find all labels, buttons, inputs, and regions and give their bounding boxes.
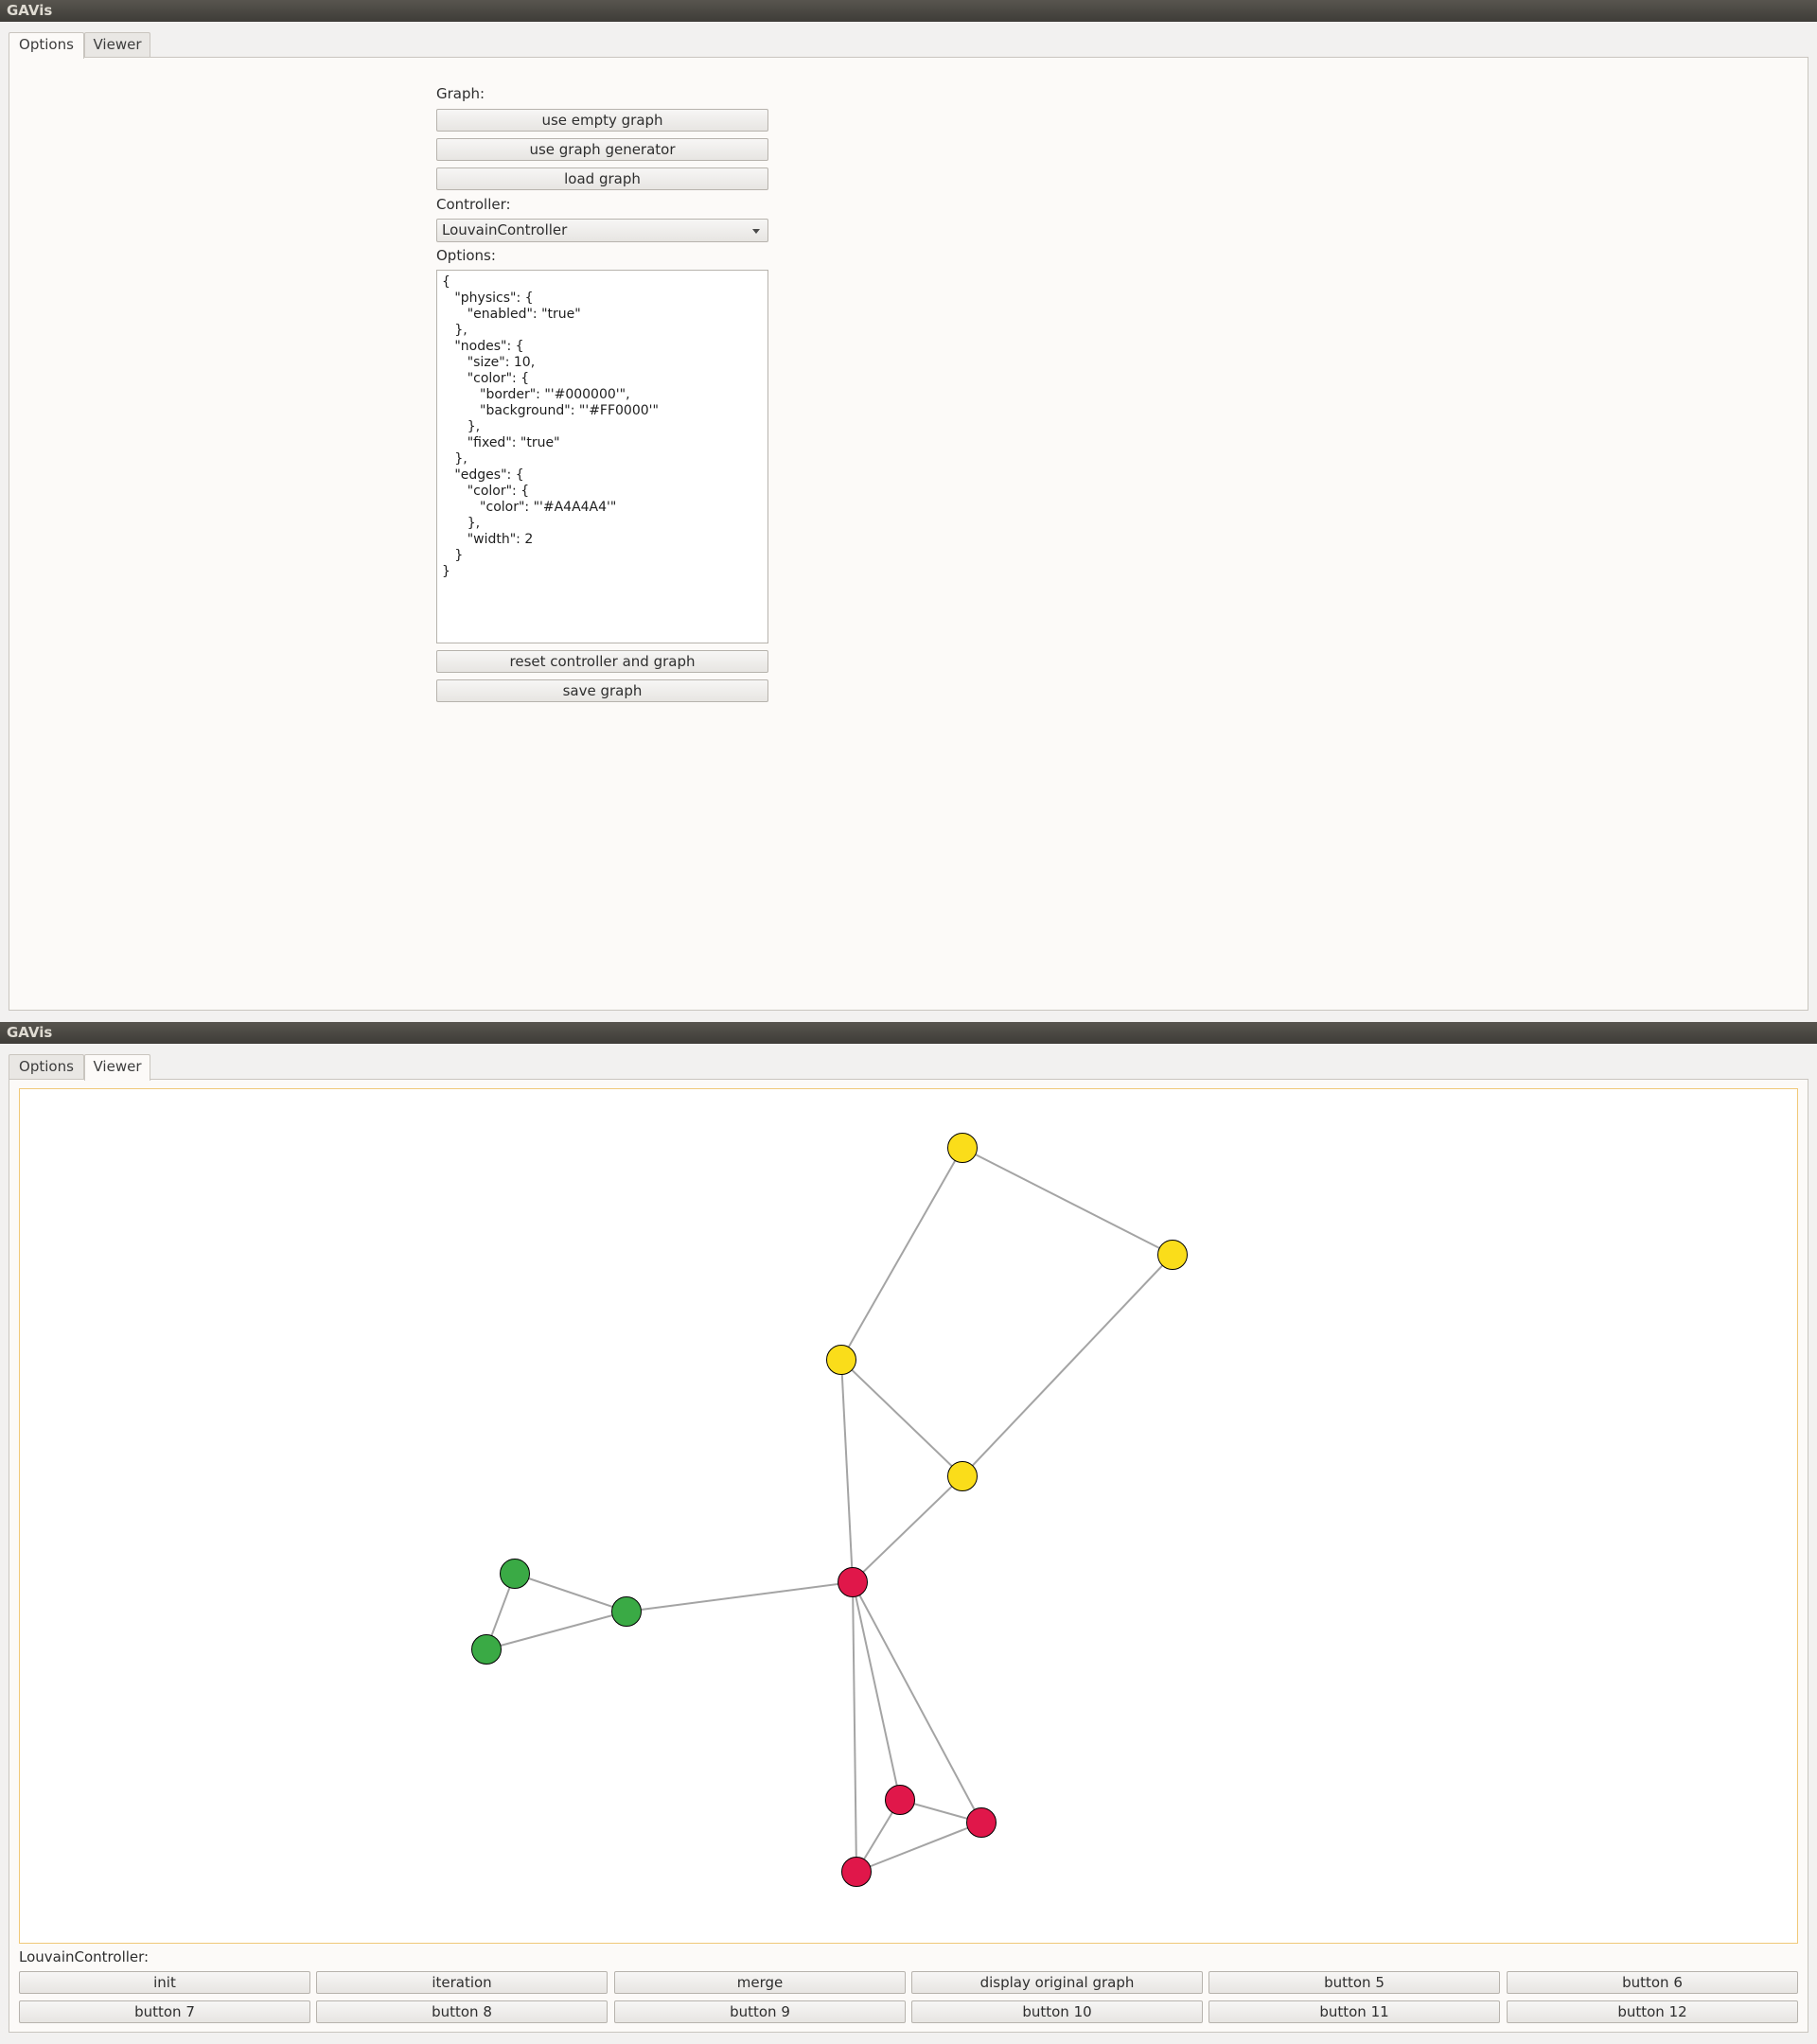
options-panel	[9, 57, 1808, 1011]
use-empty-graph-button[interactable]: use empty graph	[436, 109, 768, 132]
graph-edge	[961, 1254, 1173, 1477]
graph-edge	[961, 1147, 1173, 1256]
graph-node[interactable]	[885, 1785, 915, 1815]
graph-edge	[840, 1147, 963, 1361]
save-graph-button[interactable]: save graph	[436, 679, 768, 702]
button-10[interactable]: button 10	[911, 2000, 1203, 2023]
reset-controller-and-graph-button[interactable]: reset controller and graph	[436, 650, 768, 673]
load-graph-button[interactable]: load graph	[436, 167, 768, 190]
graph-node[interactable]	[947, 1133, 978, 1163]
tab-options[interactable]: Options	[9, 32, 84, 59]
graph-edge	[840, 1359, 854, 1583]
graph-node[interactable]	[966, 1807, 997, 1838]
window-titlebar: GAVis	[0, 0, 1817, 22]
graph-node[interactable]	[826, 1345, 856, 1375]
tab-viewer[interactable]: Viewer	[84, 1054, 150, 1081]
controller-select-value: LouvainController	[442, 221, 568, 238]
graph-edge	[485, 1611, 627, 1650]
graph-node[interactable]	[841, 1857, 872, 1887]
options-json-editor[interactable]: { "physics": { "enabled": "true" }, "nod…	[436, 270, 768, 643]
button-11[interactable]: button 11	[1208, 2000, 1500, 2023]
graph-label: Graph:	[436, 85, 485, 102]
init-button[interactable]: init	[19, 1971, 310, 1994]
window-titlebar: GAVis	[0, 1022, 1817, 1044]
button-5[interactable]: button 5	[1208, 1971, 1500, 1994]
graph-edge	[856, 1822, 982, 1873]
graph-node[interactable]	[471, 1634, 502, 1665]
use-graph-generator-button[interactable]: use graph generator	[436, 138, 768, 161]
window-title: GAVis	[7, 1024, 53, 1041]
window-title: GAVis	[7, 2, 53, 19]
tab-viewer[interactable]: Viewer	[84, 32, 150, 58]
graph-edge	[852, 1581, 901, 1801]
button-7[interactable]: button 7	[19, 2000, 310, 2023]
iteration-button[interactable]: iteration	[316, 1971, 608, 1994]
graph-edge	[626, 1581, 854, 1612]
button-12[interactable]: button 12	[1507, 2000, 1798, 2023]
display-original-graph-button[interactable]: display original graph	[911, 1971, 1203, 1994]
graph-node[interactable]	[611, 1596, 642, 1627]
graph-edge	[852, 1581, 857, 1873]
louvain-controller-label: LouvainController:	[19, 1948, 150, 1965]
graph-edge	[514, 1573, 627, 1612]
options-window: GAVis Options Viewer Graph: use empty gr…	[0, 0, 1817, 1022]
tab-options[interactable]: Options	[9, 1054, 84, 1080]
button-8[interactable]: button 8	[316, 2000, 608, 2023]
options-label: Options:	[436, 247, 496, 264]
controller-select[interactable]: LouvainController	[436, 219, 768, 242]
button-6[interactable]: button 6	[1507, 1971, 1798, 1994]
edges	[485, 1147, 1173, 1873]
graph-edge	[840, 1359, 963, 1477]
graph-svg[interactable]	[20, 1089, 1797, 1943]
graph-node[interactable]	[838, 1567, 868, 1597]
graph-canvas[interactable]	[19, 1088, 1798, 1944]
controller-label: Controller:	[436, 196, 511, 213]
chevron-down-icon	[752, 229, 760, 234]
graph-node[interactable]	[1157, 1240, 1188, 1270]
graph-node[interactable]	[500, 1559, 530, 1589]
graph-edge	[852, 1475, 963, 1583]
button-9[interactable]: button 9	[614, 2000, 906, 2023]
graph-edge	[852, 1581, 982, 1824]
graph-node[interactable]	[947, 1461, 978, 1491]
merge-button[interactable]: merge	[614, 1971, 906, 1994]
nodes[interactable]	[471, 1133, 1188, 1887]
